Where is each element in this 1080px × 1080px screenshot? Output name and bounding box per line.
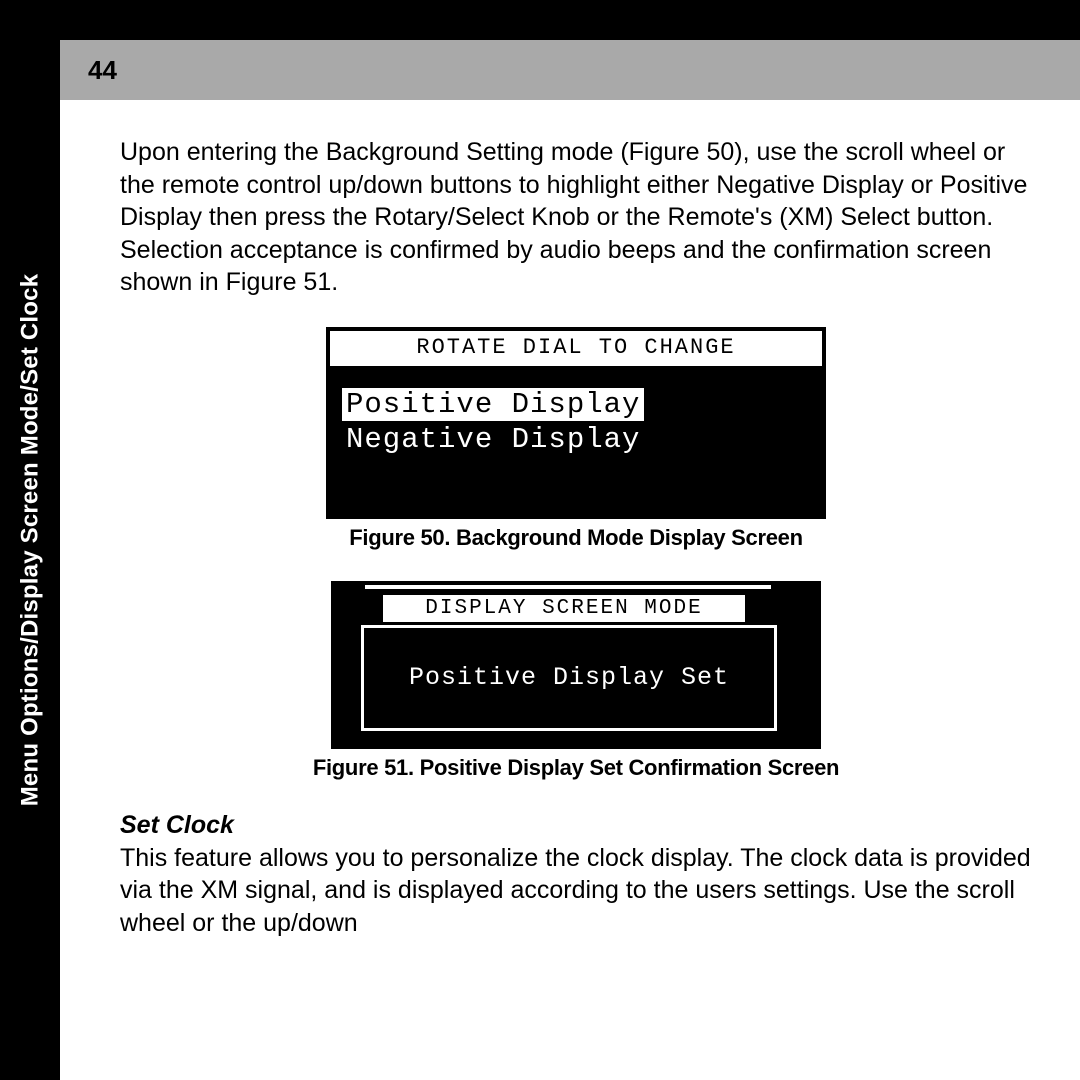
page-content: Upon entering the Background Setting mod… xyxy=(60,100,1080,1080)
device-screen-51: DISPLAY SCREEN MODE Positive Display Set xyxy=(331,581,821,749)
screen50-header: ROTATE DIAL TO CHANGE xyxy=(330,331,822,370)
screen51-body-text: Positive Display Set xyxy=(409,663,729,692)
figure-51: DISPLAY SCREEN MODE Positive Display Set… xyxy=(120,581,1032,781)
option-negative-display: Negative Display xyxy=(342,423,644,456)
device-screen-50: ROTATE DIAL TO CHANGE Positive Display N… xyxy=(326,327,826,519)
screen51-top-slit xyxy=(365,585,771,589)
figure-50: ROTATE DIAL TO CHANGE Positive Display N… xyxy=(120,327,1032,551)
sidebar-tab: Menu Options/Display Screen Mode/Set Clo… xyxy=(0,0,60,1080)
screen51-inner: Positive Display Set xyxy=(361,625,777,731)
page-header: 44 xyxy=(60,40,1080,100)
screen50-body: Positive Display Negative Display xyxy=(330,370,822,481)
section-heading-set-clock: Set Clock xyxy=(120,811,1032,840)
paragraph-intro: Upon entering the Background Setting mod… xyxy=(120,136,1032,299)
figure-50-caption: Figure 50. Background Mode Display Scree… xyxy=(120,525,1032,551)
sidebar-title: Menu Options/Display Screen Mode/Set Clo… xyxy=(16,274,44,807)
figure-51-caption: Figure 51. Positive Display Set Confirma… xyxy=(120,755,1032,781)
option-positive-display: Positive Display xyxy=(342,388,644,421)
screen51-header: DISPLAY SCREEN MODE xyxy=(381,593,747,624)
page-number: 44 xyxy=(88,55,117,86)
paragraph-set-clock: This feature allows you to personalize t… xyxy=(120,842,1032,940)
